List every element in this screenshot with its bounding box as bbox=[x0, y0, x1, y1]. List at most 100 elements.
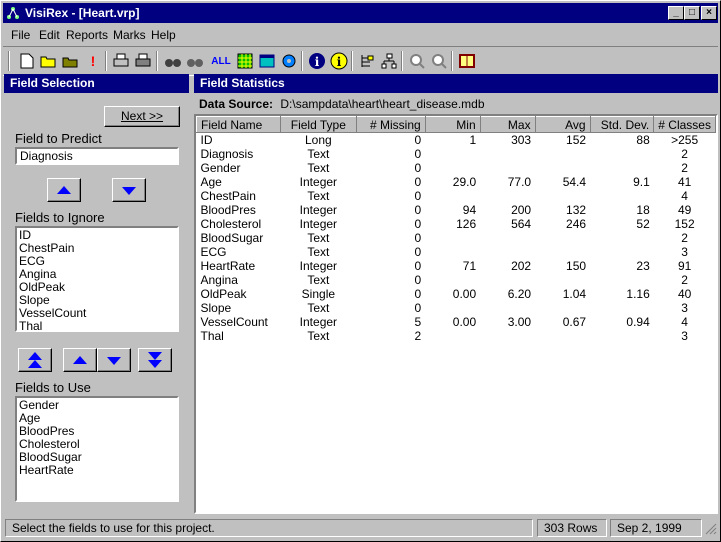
open-icon[interactable] bbox=[39, 51, 59, 71]
col-max[interactable]: Max bbox=[479, 116, 536, 133]
table-cell: Integer bbox=[299, 259, 338, 273]
table-row[interactable]: Cholesterol Integer 0 126 564 246 52 152 bbox=[197, 217, 716, 231]
table-row[interactable]: Age Integer 0 29.0 77.0 54.4 9.1 41 bbox=[197, 175, 716, 189]
arrow-up-icon bbox=[73, 356, 87, 364]
move-down-button[interactable] bbox=[97, 348, 131, 372]
table-cell: 91 bbox=[677, 259, 692, 273]
move-up-button[interactable] bbox=[63, 348, 97, 372]
table-row[interactable]: BloodPres Integer 0 94 200 132 18 49 bbox=[197, 203, 716, 217]
table-cell: 29.0 bbox=[452, 175, 477, 189]
table-row[interactable]: VesselCount Integer 5 0.00 3.00 0.67 0.94 4 bbox=[197, 315, 716, 329]
list-item[interactable]: Gender bbox=[19, 399, 175, 412]
table-row[interactable]: Gender Text 0 2 bbox=[197, 161, 716, 175]
title-bar: VisiRex - [Heart.vrp] _ □ × bbox=[3, 3, 718, 23]
menu-file[interactable]: File bbox=[11, 28, 30, 42]
app-logo-icon bbox=[7, 7, 19, 19]
move-predict-down-button[interactable] bbox=[112, 178, 146, 202]
table-cell: 0.00 bbox=[452, 287, 477, 301]
table-row[interactable]: Slope Text 0 3 bbox=[197, 301, 716, 315]
menu-reports[interactable]: Reports bbox=[66, 28, 108, 42]
table-cell bbox=[590, 301, 654, 315]
fields-to-use-list[interactable]: Gender Age BloodPres Cholesterol BloodSu… bbox=[15, 396, 179, 502]
table-cell: 202 bbox=[511, 259, 532, 273]
move-predict-up-button[interactable] bbox=[47, 178, 81, 202]
print-icon[interactable] bbox=[111, 51, 131, 71]
binoculars-multi-icon[interactable] bbox=[185, 51, 205, 71]
menu-edit[interactable]: Edit bbox=[39, 28, 60, 42]
table-row[interactable]: ID Long 0 1 303 152 88 >255 bbox=[197, 133, 716, 147]
table-cell: OldPeak bbox=[200, 287, 247, 301]
info-icon[interactable]: i bbox=[307, 51, 327, 71]
statistics-grid[interactable]: Field Name Field Type # Missing Min Max … bbox=[194, 114, 718, 514]
col-avg[interactable]: Avg bbox=[534, 116, 591, 133]
app-window: VisiRex - [Heart.vrp] _ □ × File Edit Re… bbox=[0, 0, 721, 542]
table-cell: 0 bbox=[414, 301, 422, 315]
resize-grip-icon[interactable] bbox=[705, 523, 717, 535]
table-cell: Text bbox=[307, 329, 330, 343]
next-button[interactable]: Next >> bbox=[104, 106, 180, 127]
table-cell bbox=[590, 273, 654, 287]
table-cell: 3 bbox=[681, 245, 688, 259]
print-preview-icon[interactable] bbox=[133, 51, 153, 71]
field-to-predict-input[interactable]: Diagnosis bbox=[15, 147, 179, 165]
book-icon[interactable] bbox=[457, 51, 477, 71]
menu-help[interactable]: Help bbox=[151, 28, 176, 42]
field-statistics-panel: Field Statistics Data Source: D:\sampdat… bbox=[194, 74, 718, 514]
table-cell: 2 bbox=[681, 231, 688, 245]
close-button[interactable]: × bbox=[701, 6, 717, 20]
tree-icon[interactable] bbox=[357, 51, 377, 71]
tree-branch-icon[interactable] bbox=[379, 51, 399, 71]
list-item[interactable]: HeartRate bbox=[19, 464, 175, 477]
table-cell: 0 bbox=[414, 217, 422, 231]
table-cell: 0 bbox=[414, 161, 422, 175]
minimize-button[interactable]: _ bbox=[668, 6, 684, 20]
table-cell: Text bbox=[307, 245, 330, 259]
table-cell: Integer bbox=[299, 175, 338, 189]
col-min[interactable]: Min bbox=[424, 116, 481, 133]
zoom-in-icon[interactable] bbox=[407, 51, 427, 71]
list-item[interactable]: Thal bbox=[19, 320, 175, 331]
save-open-icon[interactable] bbox=[61, 51, 81, 71]
table-cell: 49 bbox=[677, 203, 692, 217]
table-cell: 564 bbox=[511, 217, 532, 231]
table-cell bbox=[535, 245, 590, 259]
grid-icon[interactable] bbox=[235, 51, 255, 71]
zoom-out-icon[interactable] bbox=[429, 51, 449, 71]
new-icon[interactable] bbox=[17, 51, 37, 71]
table-row[interactable]: ChestPain Text 0 4 bbox=[197, 189, 716, 203]
table-row[interactable]: Diagnosis Text 0 2 bbox=[197, 147, 716, 161]
gear-icon[interactable] bbox=[279, 51, 299, 71]
exclamation-icon[interactable]: ! bbox=[83, 51, 103, 71]
col-field-name[interactable]: Field Name bbox=[196, 116, 281, 133]
all-icon[interactable]: ALL bbox=[211, 51, 231, 71]
col-field-type[interactable]: Field Type bbox=[279, 116, 358, 133]
table-row[interactable]: HeartRate Integer 0 71 202 150 23 91 bbox=[197, 259, 716, 273]
table-cell: Integer bbox=[299, 217, 338, 231]
move-all-down-button[interactable] bbox=[138, 348, 172, 372]
table-cell: 3 bbox=[681, 301, 688, 315]
table-row[interactable]: ECG Text 0 3 bbox=[197, 245, 716, 259]
col-std-dev[interactable]: Std. Dev. bbox=[589, 116, 655, 133]
col-missing[interactable]: # Missing bbox=[356, 116, 426, 133]
binoculars-icon[interactable] bbox=[163, 51, 183, 71]
table-cell bbox=[480, 245, 535, 259]
info-yellow-icon[interactable]: i bbox=[329, 51, 349, 71]
table-cell: 0 bbox=[414, 273, 422, 287]
maximize-button[interactable]: □ bbox=[684, 6, 700, 20]
fields-to-ignore-list[interactable]: ID ChestPain ECG Angina OldPeak Slope Ve… bbox=[15, 226, 179, 332]
table-cell: 0 bbox=[414, 231, 422, 245]
table-cell bbox=[590, 245, 654, 259]
move-all-up-button[interactable] bbox=[18, 348, 52, 372]
table-cell: 152 bbox=[674, 217, 695, 231]
table-cell: 9.1 bbox=[633, 175, 650, 189]
list-item[interactable]: VesselCount bbox=[19, 307, 175, 320]
table-row[interactable]: BloodSugar Text 0 2 bbox=[197, 231, 716, 245]
table-row[interactable]: Angina Text 0 2 bbox=[197, 273, 716, 287]
window-icon[interactable] bbox=[257, 51, 277, 71]
table-cell bbox=[535, 329, 590, 343]
table-row[interactable]: OldPeak Single 0 0.00 6.20 1.04 1.16 40 bbox=[197, 287, 716, 301]
toolbar: ! ALL i i bbox=[3, 46, 718, 76]
menu-marks[interactable]: Marks bbox=[113, 28, 146, 42]
col-classes[interactable]: # Classes bbox=[653, 116, 716, 133]
table-row[interactable]: Thal Text 2 3 bbox=[197, 329, 716, 343]
